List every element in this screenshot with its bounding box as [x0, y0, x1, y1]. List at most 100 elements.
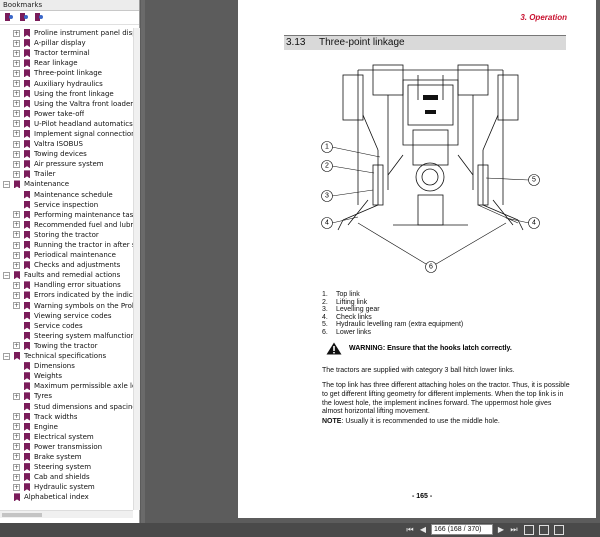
- bookmark-item[interactable]: + U-Pilot headland automatics: [0, 119, 133, 129]
- collapse-icon[interactable]: −: [3, 271, 10, 279]
- bookmark-item[interactable]: + Checks and adjustments: [0, 260, 133, 270]
- expand-icon[interactable]: +: [13, 302, 20, 310]
- bookmark-item[interactable]: + Running the tractor in after storage: [0, 240, 133, 250]
- expand-icon[interactable]: +: [13, 392, 20, 400]
- bookmark-item[interactable]: Dimensions: [0, 361, 133, 371]
- bookmark-item[interactable]: + Power transmission: [0, 442, 133, 452]
- bookmark-item[interactable]: + Track widths: [0, 412, 133, 422]
- expand-icon[interactable]: +: [13, 49, 20, 57]
- expand-icon[interactable]: +: [13, 100, 20, 108]
- expand-icon[interactable]: +: [13, 150, 20, 158]
- continuous-view-icon[interactable]: [539, 524, 549, 535]
- bookmark-item[interactable]: + Electrical system: [0, 432, 133, 442]
- bookmark-item[interactable]: + Power take-off: [0, 109, 133, 119]
- bookmark-item[interactable]: Stud dimensions and spacing for: [0, 401, 133, 411]
- bookmark-item[interactable]: + Warning symbols on the Proline: [0, 301, 133, 311]
- bookmark-item[interactable]: Maintenance schedule: [0, 190, 133, 200]
- bookmark-item[interactable]: + Tyres: [0, 391, 133, 401]
- expand-icon[interactable]: +: [13, 211, 20, 219]
- bookmark-item[interactable]: + Performing maintenance tasks: [0, 210, 133, 220]
- expand-icon[interactable]: +: [13, 221, 20, 229]
- expand-icon[interactable]: +: [13, 160, 20, 168]
- bookmark-item[interactable]: + Proline instrument panel display: [0, 28, 133, 38]
- expand-icon[interactable]: +: [13, 80, 20, 88]
- collapse-icon[interactable]: −: [3, 352, 10, 360]
- bookmark-item[interactable]: + Periodical maintenance: [0, 250, 133, 260]
- expand-icon[interactable]: +: [13, 59, 20, 67]
- bookmark-item[interactable]: − Faults and remedial actions: [0, 270, 133, 280]
- expand-icon[interactable]: +: [13, 342, 20, 350]
- expand-icon[interactable]: +: [13, 463, 20, 471]
- scrollbar-thumb[interactable]: [2, 513, 42, 517]
- bookmarks-horizontal-scrollbar[interactable]: [0, 510, 133, 518]
- legend-text: Top link: [336, 291, 360, 298]
- bookmark-item[interactable]: + Engine: [0, 422, 133, 432]
- bookmark-options-icon[interactable]: [34, 13, 43, 22]
- bookmark-item[interactable]: + Using the Valtra front loader: [0, 99, 133, 109]
- bookmark-item[interactable]: + Valtra ISOBUS: [0, 139, 133, 149]
- expand-icon[interactable]: +: [13, 251, 20, 259]
- bookmark-item[interactable]: + Handling error situations: [0, 280, 133, 290]
- fit-width-icon[interactable]: [554, 524, 564, 535]
- expand-icon[interactable]: +: [13, 231, 20, 239]
- previous-page-icon[interactable]: ◀: [418, 524, 428, 535]
- bookmark-item[interactable]: + Tractor terminal: [0, 48, 133, 58]
- expand-icon[interactable]: +: [13, 69, 20, 77]
- bookmark-item[interactable]: + Errors indicated by the indicator: [0, 290, 133, 300]
- bookmark-item[interactable]: + Using the front linkage: [0, 89, 133, 99]
- bookmark-item[interactable]: Maximum permissible axle loadings: [0, 381, 133, 391]
- bookmark-item[interactable]: − Technical specifications: [0, 351, 133, 361]
- single-page-view-icon[interactable]: [524, 524, 534, 535]
- bookmark-item[interactable]: Service inspection: [0, 200, 133, 210]
- last-page-icon[interactable]: ⏭: [509, 524, 519, 535]
- collapse-icon[interactable]: −: [3, 180, 10, 188]
- bookmark-item[interactable]: + Rear linkage: [0, 58, 133, 68]
- expand-icon[interactable]: +: [13, 170, 20, 178]
- bookmarks-vertical-scrollbar[interactable]: [133, 28, 140, 510]
- expand-icon[interactable]: +: [13, 423, 20, 431]
- bookmark-item[interactable]: + Towing the tractor: [0, 341, 133, 351]
- bookmark-item[interactable]: Service codes: [0, 321, 133, 331]
- expand-icon[interactable]: +: [13, 261, 20, 269]
- next-page-icon[interactable]: ▶: [496, 524, 506, 535]
- bookmark-item[interactable]: + Towing devices: [0, 149, 133, 159]
- bookmark-item[interactable]: + Air pressure system: [0, 159, 133, 169]
- expand-icon[interactable]: +: [13, 453, 20, 461]
- bookmark-item[interactable]: + Implement signal connection: [0, 129, 133, 139]
- expand-icon[interactable]: +: [13, 110, 20, 118]
- expand-icon[interactable]: +: [13, 90, 20, 98]
- expand-icon[interactable]: +: [13, 483, 20, 491]
- bookmark-item[interactable]: + Brake system: [0, 452, 133, 462]
- expand-icon[interactable]: +: [13, 39, 20, 47]
- expand-icon[interactable]: +: [13, 140, 20, 148]
- bookmark-item[interactable]: − Maintenance: [0, 179, 133, 189]
- bookmark-item[interactable]: Alphabetical index: [0, 492, 133, 502]
- bookmark-item[interactable]: Weights: [0, 371, 133, 381]
- bookmark-item[interactable]: + Hydraulic system: [0, 482, 133, 492]
- expand-icon[interactable]: +: [13, 473, 20, 481]
- expand-icon[interactable]: +: [13, 29, 20, 37]
- expand-icon[interactable]: +: [13, 120, 20, 128]
- bookmark-item[interactable]: + Storing the tractor: [0, 230, 133, 240]
- collapse-bookmark-icon[interactable]: [19, 13, 28, 22]
- expand-icon[interactable]: +: [13, 241, 20, 249]
- expand-icon[interactable]: +: [13, 413, 20, 421]
- page-number-input[interactable]: 166 (168 / 370): [431, 524, 493, 535]
- bookmark-item[interactable]: + Auxiliary hydraulics: [0, 78, 133, 88]
- expand-icon[interactable]: +: [13, 443, 20, 451]
- expand-icon[interactable]: +: [13, 281, 20, 289]
- expand-bookmark-icon[interactable]: [4, 13, 13, 22]
- bookmark-item[interactable]: + Trailer: [0, 169, 133, 179]
- bookmark-item[interactable]: Viewing service codes: [0, 311, 133, 321]
- first-page-icon[interactable]: ⏮: [405, 524, 415, 535]
- bookmark-item[interactable]: + Three-point linkage: [0, 68, 133, 78]
- expand-icon[interactable]: +: [13, 433, 20, 441]
- expand-icon[interactable]: +: [13, 130, 20, 138]
- bookmark-item[interactable]: + A-pillar display: [0, 38, 133, 48]
- bookmark-item[interactable]: Steering system malfunctions: [0, 331, 133, 341]
- bookmark-item[interactable]: + Cab and shields: [0, 472, 133, 482]
- panel-splitter[interactable]: [141, 0, 145, 523]
- bookmark-item[interactable]: + Recommended fuel and lubricants: [0, 220, 133, 230]
- expand-icon[interactable]: +: [13, 291, 20, 299]
- bookmark-item[interactable]: + Steering system: [0, 462, 133, 472]
